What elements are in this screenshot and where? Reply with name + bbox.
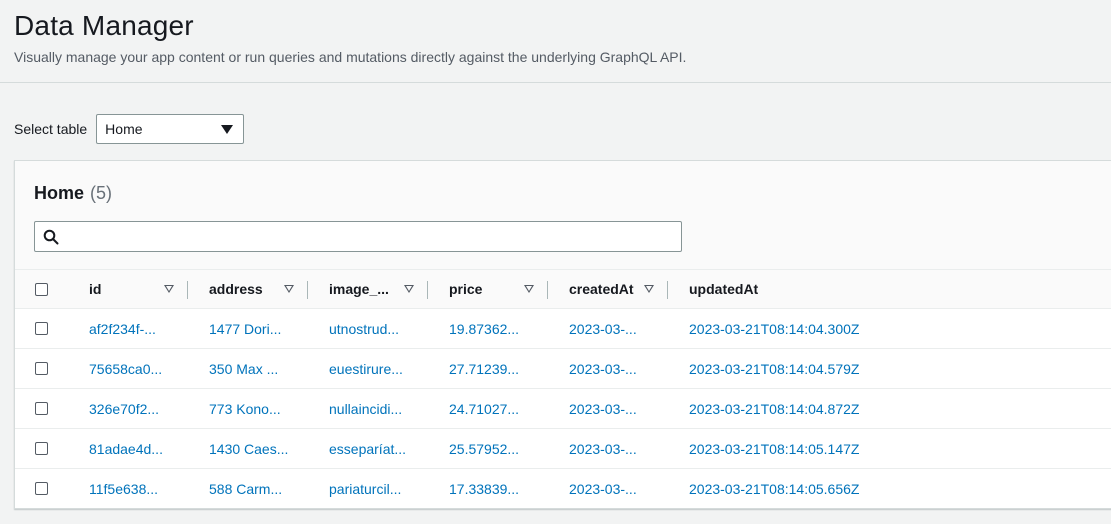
column-header-image[interactable]: image_... bbox=[329, 270, 389, 308]
row-checkbox[interactable] bbox=[35, 482, 48, 495]
filter-icon[interactable] bbox=[524, 285, 534, 293]
select-table-value: Home bbox=[105, 120, 143, 137]
page-description: Visually manage your app content or run … bbox=[14, 49, 687, 65]
cell-createdat[interactable]: 2023-03-... bbox=[569, 309, 651, 348]
cell-updatedat[interactable]: 2023-03-21T08:14:04.872Z bbox=[689, 389, 889, 428]
cell-price[interactable]: 27.71239... bbox=[449, 349, 531, 388]
cell-createdat[interactable]: 2023-03-... bbox=[569, 429, 651, 468]
cell-address[interactable]: 588 Carm... bbox=[209, 469, 291, 508]
column-label-price: price bbox=[449, 281, 483, 297]
cell-createdat[interactable]: 2023-03-... bbox=[569, 389, 651, 428]
cell-id[interactable]: 75658ca0... bbox=[89, 349, 169, 388]
table-row[interactable]: af2f234f-... 1477 Dori... utnostrud... 1… bbox=[15, 309, 1111, 349]
cell-address[interactable]: 773 Kono... bbox=[209, 389, 291, 428]
cell-price[interactable]: 19.87362... bbox=[449, 309, 531, 348]
table-item-count: (5) bbox=[90, 183, 113, 203]
column-header-address[interactable]: address bbox=[209, 270, 263, 308]
select-table-row: Select table Home bbox=[14, 113, 245, 144]
select-all-checkbox[interactable] bbox=[35, 283, 48, 296]
table-row[interactable]: 326e70f2... 773 Kono... nullaincidi... 2… bbox=[15, 389, 1111, 429]
column-header-createdat[interactable]: createdAt bbox=[569, 270, 634, 308]
table-header-row: id address image_... price createdAt upd… bbox=[15, 269, 1111, 309]
cell-address[interactable]: 1477 Dori... bbox=[209, 309, 291, 348]
column-divider[interactable] bbox=[667, 281, 668, 299]
column-divider[interactable] bbox=[547, 281, 548, 299]
table-title-text: Home bbox=[34, 183, 85, 203]
caret-down-icon bbox=[221, 124, 234, 134]
table-title: Home (5) bbox=[34, 183, 112, 204]
cell-image[interactable]: euestirure... bbox=[329, 349, 411, 388]
table-panel: Home (5) id address image_... price crea… bbox=[14, 160, 1111, 509]
filter-icon[interactable] bbox=[284, 285, 294, 293]
cell-address[interactable]: 350 Max ... bbox=[209, 349, 291, 388]
cell-address[interactable]: 1430 Caes... bbox=[209, 429, 291, 468]
search-icon bbox=[43, 229, 59, 245]
column-label-createdat: createdAt bbox=[569, 281, 634, 297]
table-row[interactable]: 11f5e638... 588 Carm... pariaturcil... 1… bbox=[15, 469, 1111, 509]
cell-updatedat[interactable]: 2023-03-21T08:14:04.300Z bbox=[689, 309, 889, 348]
cell-updatedat[interactable]: 2023-03-21T08:14:05.147Z bbox=[689, 429, 889, 468]
cell-id[interactable]: af2f234f-... bbox=[89, 309, 169, 348]
cell-image[interactable]: pariaturcil... bbox=[329, 469, 411, 508]
cell-image[interactable]: utnostrud... bbox=[329, 309, 411, 348]
filter-icon[interactable] bbox=[644, 285, 654, 293]
column-divider[interactable] bbox=[307, 281, 308, 299]
cell-id[interactable]: 326e70f2... bbox=[89, 389, 169, 428]
select-table-label: Select table bbox=[14, 120, 88, 137]
column-label-address: address bbox=[209, 281, 263, 297]
column-label-id: id bbox=[89, 281, 102, 297]
cell-image[interactable]: nullaincidi... bbox=[329, 389, 411, 428]
cell-price[interactable]: 25.57952... bbox=[449, 429, 531, 468]
column-header-updatedat[interactable]: updatedAt bbox=[689, 270, 758, 308]
table-body: af2f234f-... 1477 Dori... utnostrud... 1… bbox=[15, 309, 1111, 509]
page-header: Data Manager Visually manage your app co… bbox=[0, 0, 1111, 83]
cell-updatedat[interactable]: 2023-03-21T08:14:04.579Z bbox=[689, 349, 889, 388]
search-field[interactable] bbox=[34, 221, 682, 252]
column-label-image: image_... bbox=[329, 281, 389, 297]
row-checkbox[interactable] bbox=[35, 402, 48, 415]
table-panel-header: Home (5) bbox=[15, 161, 1111, 269]
cell-price[interactable]: 17.33839... bbox=[449, 469, 531, 508]
cell-updatedat[interactable]: 2023-03-21T08:14:05.656Z bbox=[689, 469, 889, 508]
filter-icon[interactable] bbox=[404, 285, 414, 293]
cell-image[interactable]: esseparíat... bbox=[329, 429, 411, 468]
select-table-dropdown[interactable]: Home bbox=[96, 113, 245, 144]
column-label-updatedat: updatedAt bbox=[689, 281, 759, 297]
filter-icon[interactable] bbox=[164, 285, 174, 293]
column-divider[interactable] bbox=[427, 281, 428, 299]
table-row[interactable]: 75658ca0... 350 Max ... euestirure... 27… bbox=[15, 349, 1111, 389]
search-input[interactable] bbox=[65, 224, 669, 250]
row-checkbox[interactable] bbox=[35, 362, 48, 375]
column-divider[interactable] bbox=[187, 281, 188, 299]
row-checkbox[interactable] bbox=[35, 322, 48, 335]
column-header-price[interactable]: price bbox=[449, 270, 482, 308]
cell-createdat[interactable]: 2023-03-... bbox=[569, 469, 651, 508]
cell-id[interactable]: 11f5e638... bbox=[89, 469, 169, 508]
cell-createdat[interactable]: 2023-03-... bbox=[569, 349, 651, 388]
cell-id[interactable]: 81adae4d... bbox=[89, 429, 169, 468]
table-row[interactable]: 81adae4d... 1430 Caes... esseparíat... 2… bbox=[15, 429, 1111, 469]
cell-price[interactable]: 24.71027... bbox=[449, 389, 531, 428]
page-title: Data Manager bbox=[14, 10, 194, 41]
column-header-id[interactable]: id bbox=[89, 270, 101, 308]
row-checkbox[interactable] bbox=[35, 442, 48, 455]
